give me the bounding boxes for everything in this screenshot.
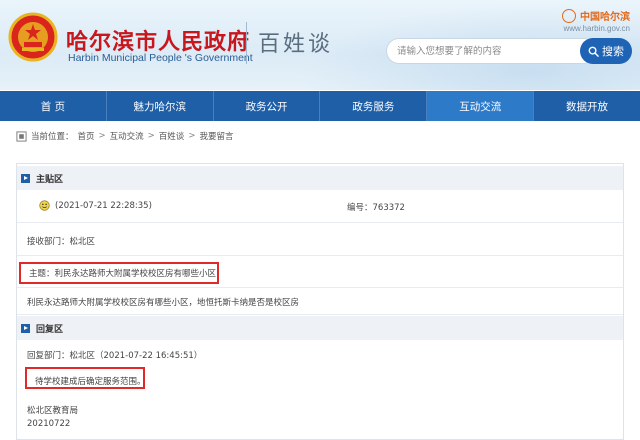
breadcrumb-home[interactable]: 首页 bbox=[78, 130, 95, 142]
main-nav: 首 页 魅力哈尔滨 政务公开 政务服务 互动交流 数据开放 bbox=[0, 91, 640, 121]
section-marker-icon bbox=[21, 173, 30, 183]
search-input[interactable] bbox=[386, 38, 586, 64]
breadcrumb: 当前位置： 首页 > 互动交流 > 百姓谈 > 我要留言 bbox=[16, 130, 233, 142]
nav-item-gov-services[interactable]: 政务服务 bbox=[320, 91, 428, 121]
reply-section-header: 回复区 bbox=[17, 316, 623, 340]
reply-date: 20210722 bbox=[27, 419, 71, 429]
nav-item-charm-harbin[interactable]: 魅力哈尔滨 bbox=[107, 91, 214, 121]
post-timestamp: (2021-07-21 22:28:35) bbox=[55, 201, 152, 211]
reply-highlight-box bbox=[25, 367, 145, 389]
harbin-brand-logo[interactable]: 中国哈尔滨 bbox=[562, 8, 630, 23]
nav-item-gov-disclosure[interactable]: 政务公开 bbox=[214, 91, 321, 121]
national-emblem-icon bbox=[8, 12, 58, 62]
search-button[interactable]: 搜索 bbox=[580, 38, 632, 64]
breadcrumb-prefix: 当前位置： bbox=[31, 132, 74, 142]
message-panel: 主贴区 (2021-07-21 22:28:35) 编号：763372 接收部门… bbox=[16, 163, 624, 440]
section-marker-icon bbox=[21, 323, 30, 333]
breadcrumb-interaction[interactable]: 互动交流 bbox=[110, 130, 144, 142]
section-name: 百姓谈 bbox=[258, 32, 334, 57]
breadcrumb-baixingtan[interactable]: 百姓谈 bbox=[159, 130, 185, 142]
search-button-label: 搜索 bbox=[602, 46, 624, 58]
nav-item-open-data[interactable]: 数据开放 bbox=[534, 91, 640, 121]
brand-text: 中国哈尔滨 bbox=[580, 12, 630, 23]
brand-url: www.harbin.gov.cn bbox=[563, 24, 630, 33]
title-divider bbox=[246, 22, 247, 64]
post-body-row: 利民永达路师大附属学校校区房有哪些小区，地恒托斯卡纳是否是校区房 bbox=[17, 288, 623, 315]
breadcrumb-separator: > bbox=[98, 131, 106, 141]
breadcrumb-separator: > bbox=[147, 131, 155, 141]
receiving-department-row: 接收部门：松北区 bbox=[17, 223, 623, 256]
post-number: 编号：763372 bbox=[347, 203, 405, 213]
smiley-icon bbox=[39, 200, 50, 211]
breadcrumb-leave-message[interactable]: 我要留言 bbox=[199, 130, 233, 142]
main-post-section-header: 主贴区 bbox=[17, 166, 623, 190]
breadcrumb-separator: > bbox=[188, 131, 196, 141]
post-meta-row: (2021-07-21 22:28:35) 编号：763372 bbox=[17, 190, 623, 223]
subject-highlight-box bbox=[19, 262, 219, 284]
post-body: 利民永达路师大附属学校校区房有哪些小区，地恒托斯卡纳是否是校区房 bbox=[27, 298, 300, 308]
nav-item-home[interactable]: 首 页 bbox=[0, 91, 107, 121]
nav-item-interaction[interactable]: 互动交流 bbox=[427, 91, 535, 121]
location-icon bbox=[16, 130, 27, 142]
site-subtitle: Harbin Municipal People 's Government bbox=[68, 52, 253, 64]
site-header: 哈尔滨市人民政府 Harbin Municipal People 's Gove… bbox=[0, 0, 640, 90]
search-icon bbox=[588, 46, 599, 57]
receiving-department: 接收部门：松北区 bbox=[27, 237, 96, 247]
harbin-logo-icon bbox=[562, 8, 576, 23]
reply-department: 回复部门：松北区（2021-07-22 16:45:51） bbox=[27, 351, 203, 361]
main-post-section-label: 主贴区 bbox=[36, 174, 64, 185]
reply-section-label: 回复区 bbox=[36, 324, 64, 335]
search-box: 搜索 bbox=[386, 38, 632, 64]
reply-signer: 松北区教育局 bbox=[27, 406, 79, 416]
